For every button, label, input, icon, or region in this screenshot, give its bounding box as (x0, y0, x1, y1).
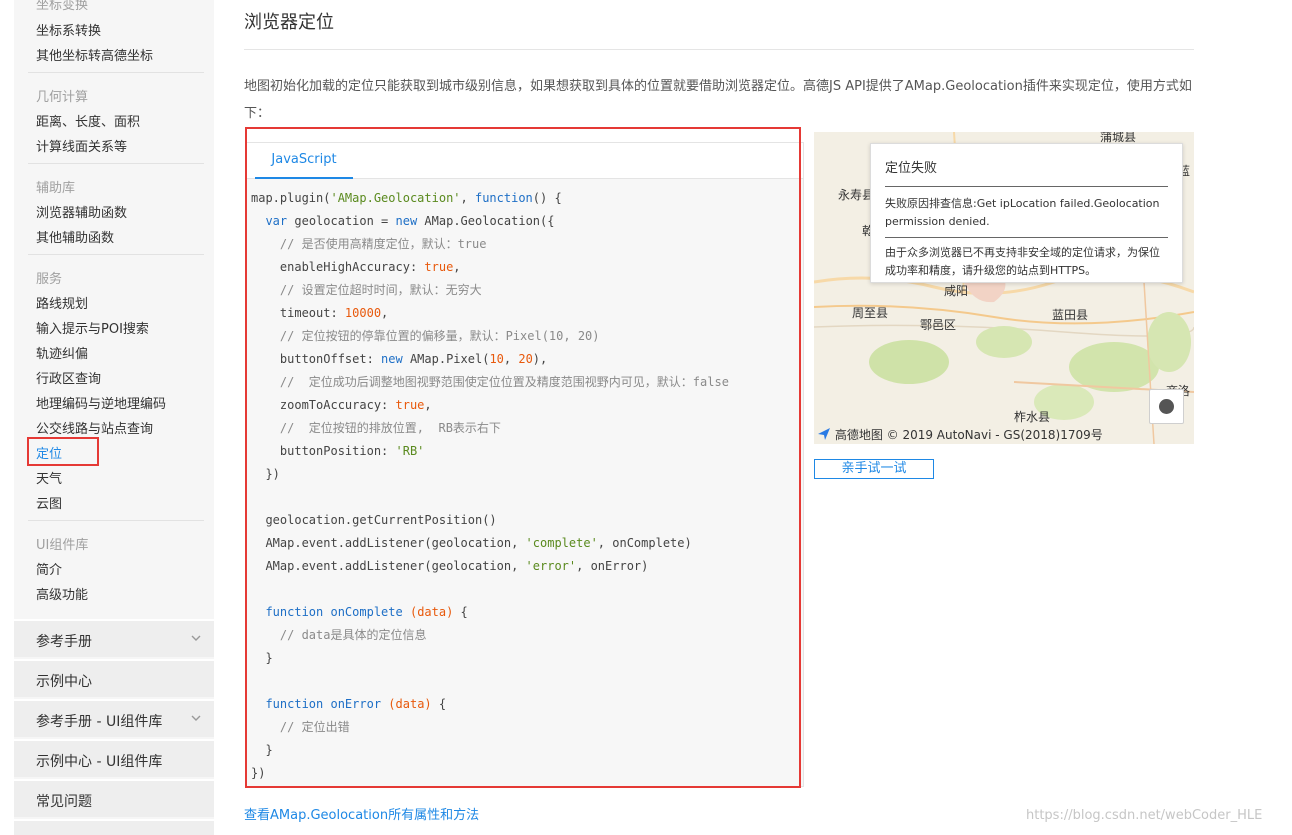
group-title-services: 服务 (36, 272, 63, 287)
section-examples-ui[interactable]: 示例中心 - UI组件库 (14, 739, 214, 777)
sidebar-item-intro[interactable]: 简介 (36, 559, 62, 578)
sidebar-item-other-coord[interactable]: 其他坐标转高德坐标 (36, 45, 153, 64)
sidebar-item-distance[interactable]: 距离、长度、面积 (36, 111, 140, 130)
geolocation-button[interactable] (1149, 389, 1184, 424)
section-label: 常见问题 (36, 794, 92, 810)
section-label: 参考手册 - UI组件库 (36, 714, 163, 730)
map-label: 周至县 (852, 306, 889, 320)
code-panel: JavaScript map.plugin('AMap.Geolocation'… (246, 142, 804, 787)
map-label: 柞水县 (1014, 410, 1051, 424)
map-label: 咸阳 (944, 284, 969, 298)
sidebar-item-poi-search[interactable]: 输入提示与POI搜索 (36, 318, 149, 337)
code-block: map.plugin('AMap.Geolocation', function(… (251, 191, 729, 780)
section-label: 示例中心 (36, 674, 92, 690)
popup-note: 由于众多浏览器已不再支持非安全域的定位请求，为保位成功率和精度，请升级您的站点到… (885, 246, 1160, 277)
divider (28, 72, 204, 73)
sidebar-item-browser-helpers[interactable]: 浏览器辅助函数 (36, 202, 127, 221)
popup-divider (885, 186, 1168, 187)
try-it-button[interactable]: 亲手试一试 (814, 459, 934, 479)
map-label: 鄠邑区 (920, 318, 957, 332)
popup-reason: 失败原因排查信息:Get ipLocation failed.Geolocati… (885, 197, 1160, 228)
location-error-popup: 定位失败 失败原因排查信息:Get ipLocation failed.Geol… (870, 143, 1183, 283)
locate-icon (1159, 399, 1174, 414)
map-copyright-text: 高德地图 © 2019 AutoNavi - GS(2018)1709号 (834, 428, 1103, 442)
sidebar-item-cloud[interactable]: 云图 (36, 493, 62, 512)
sidebar-item-other-helpers[interactable]: 其他辅助函数 (36, 227, 114, 246)
map-label: 永寿县 (838, 188, 875, 202)
section-more[interactable] (14, 819, 214, 835)
group-title-geometry: 几何计算 (36, 90, 89, 105)
map-copyright: 高德地图 © 2019 AutoNavi - GS(2018)1709号 (817, 426, 1103, 443)
geolocation-api-link[interactable]: 查看AMap.Geolocation所有属性和方法 (244, 804, 479, 823)
sidebar: 坐标变换 坐标系转换 其他坐标转高德坐标 几何计算 距离、长度、面积 计算线面关… (14, 0, 214, 835)
page-title: 浏览器定位 (244, 12, 334, 33)
tab-javascript[interactable]: JavaScript (255, 143, 353, 179)
sidebar-item-weather[interactable]: 天气 (36, 468, 62, 487)
sidebar-item-district[interactable]: 行政区查询 (36, 368, 101, 387)
popup-divider (885, 237, 1168, 238)
divider (28, 520, 204, 521)
sidebar-item-geocoding[interactable]: 地理编码与逆地理编码 (36, 393, 166, 412)
sidebar-item-advanced[interactable]: 高级功能 (36, 584, 88, 603)
active-highlight-box (27, 437, 99, 466)
intro-text: 地图初始化加载的定位只能获取到城市级别信息，如果想获取到具体的位置就要借助浏览器… (244, 79, 1192, 121)
divider (28, 254, 204, 255)
chevron-down-icon (191, 635, 201, 641)
group-title-helpers: 辅助库 (36, 181, 76, 196)
title-divider (244, 49, 1194, 50)
section-reference[interactable]: 参考手册 (14, 619, 214, 657)
group-title-coord: 坐标变换 (36, 0, 89, 13)
popup-title: 定位失败 (885, 161, 938, 176)
chevron-down-icon (191, 715, 201, 721)
section-examples[interactable]: 示例中心 (14, 659, 214, 697)
code-tabbar: JavaScript (247, 143, 803, 179)
section-faq[interactable]: 常见问题 (14, 779, 214, 817)
sidebar-item-routing[interactable]: 路线规划 (36, 293, 88, 312)
sidebar-item-track-correct[interactable]: 轨迹纠偏 (36, 343, 88, 362)
amap-logo-icon (818, 428, 830, 440)
sidebar-item-bus[interactable]: 公交线路与站点查询 (36, 418, 153, 437)
section-label: 示例中心 - UI组件库 (36, 754, 163, 770)
sidebar-item-coord-convert[interactable]: 坐标系转换 (36, 20, 101, 39)
divider (28, 163, 204, 164)
section-reference-ui[interactable]: 参考手册 - UI组件库 (14, 699, 214, 737)
watermark: https://blog.csdn.net/webCoder_HLE (1026, 808, 1263, 823)
section-label: 参考手册 (36, 634, 92, 650)
group-title-ui: UI组件库 (36, 538, 89, 553)
map-label: 蓝田县 (1052, 308, 1089, 322)
sidebar-item-relation[interactable]: 计算线面关系等 (36, 136, 127, 155)
